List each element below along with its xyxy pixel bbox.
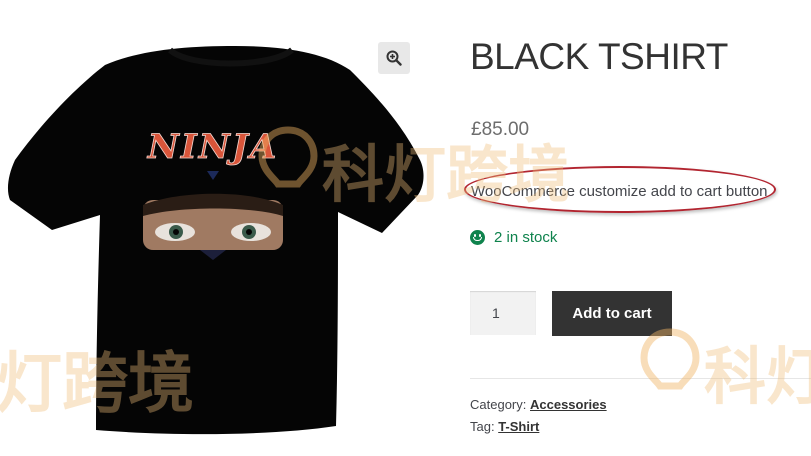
- product-summary: BLACK TSHIRT £85.00 WooCommerce customiz…: [464, 0, 811, 456]
- product-image[interactable]: NINJA: [0, 20, 440, 450]
- tag-label: Tag:: [470, 419, 495, 434]
- product-gallery: NINJA: [0, 20, 440, 450]
- magnifier-plus-icon: [386, 50, 402, 66]
- category-link[interactable]: Accessories: [530, 397, 607, 412]
- product-price: £85.00: [471, 119, 530, 140]
- product-category: Category: Accessories: [470, 397, 607, 412]
- product-short-description: WooCommerce customize add to cart button: [471, 183, 768, 200]
- meta-divider: [470, 378, 811, 379]
- product-title: BLACK TSHIRT: [470, 36, 728, 77]
- ninja-logo-text: NINJA: [147, 127, 279, 167]
- stock-text: 2 in stock: [494, 229, 558, 246]
- tag-link[interactable]: T-Shirt: [498, 419, 539, 434]
- add-to-cart-button[interactable]: Add to cart: [552, 291, 672, 336]
- quantity-input[interactable]: [470, 291, 536, 335]
- zoom-button[interactable]: [378, 42, 410, 74]
- smiley-icon: [470, 230, 485, 245]
- stock-status: 2 in stock: [470, 229, 557, 246]
- product-tag: Tag: T-Shirt: [470, 419, 539, 434]
- category-label: Category:: [470, 397, 527, 412]
